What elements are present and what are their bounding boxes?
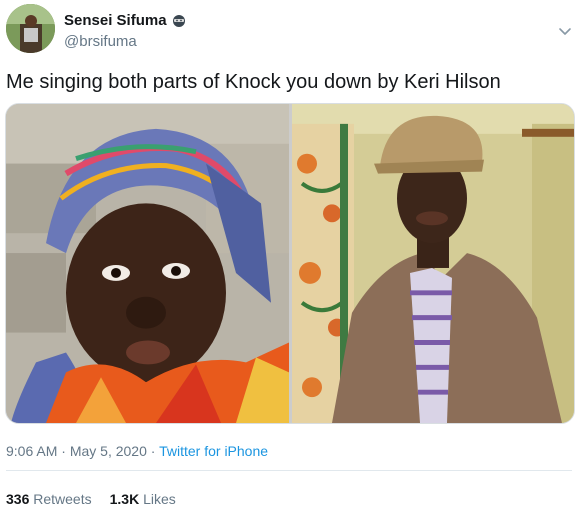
retweets-label: Retweets	[33, 491, 92, 507]
meta-separator: ·	[146, 443, 160, 459]
tweet-text: Me singing both parts of Knock you down …	[6, 71, 501, 93]
divider	[6, 470, 572, 471]
author-names: Sensei Sifuma @brsifuma	[64, 12, 186, 51]
ninja-emoji-icon	[172, 14, 186, 28]
retweets-stat[interactable]: 336 Retweets	[6, 491, 92, 507]
person-headscarf-photo-icon	[6, 104, 289, 423]
tweet-card: Sensei Sifuma @brsifuma Me singing both …	[0, 0, 582, 517]
left-photo[interactable]	[6, 104, 289, 423]
meta-separator: ·	[57, 443, 70, 459]
media-grid	[5, 103, 575, 424]
right-photo[interactable]	[292, 104, 574, 423]
tweet-time[interactable]: 9:06 AM	[6, 443, 57, 459]
author-handle[interactable]: @brsifuma	[64, 33, 186, 51]
likes-label: Likes	[143, 491, 176, 507]
chevron-down-icon[interactable]	[558, 24, 572, 38]
person-cap-photo-icon	[292, 104, 574, 423]
avatar[interactable]	[6, 4, 55, 53]
likes-stat[interactable]: 1.3K Likes	[110, 491, 176, 507]
likes-count: 1.3K	[109, 491, 140, 507]
tweet-source-link[interactable]: Twitter for iPhone	[159, 443, 268, 459]
tweet-date[interactable]: May 5, 2020	[70, 443, 147, 459]
display-name[interactable]: Sensei Sifuma	[64, 12, 186, 30]
avatar-image	[6, 4, 55, 53]
tweet-header: Sensei Sifuma @brsifuma	[6, 4, 576, 58]
retweets-count: 336	[6, 491, 30, 507]
tweet-stats: 336 Retweets 1.3K Likes	[6, 490, 176, 508]
tweet-meta: 9:06 AM · May 5, 2020 · Twitter for iPho…	[6, 442, 268, 460]
display-name-text[interactable]: Sensei Sifuma	[64, 12, 167, 30]
